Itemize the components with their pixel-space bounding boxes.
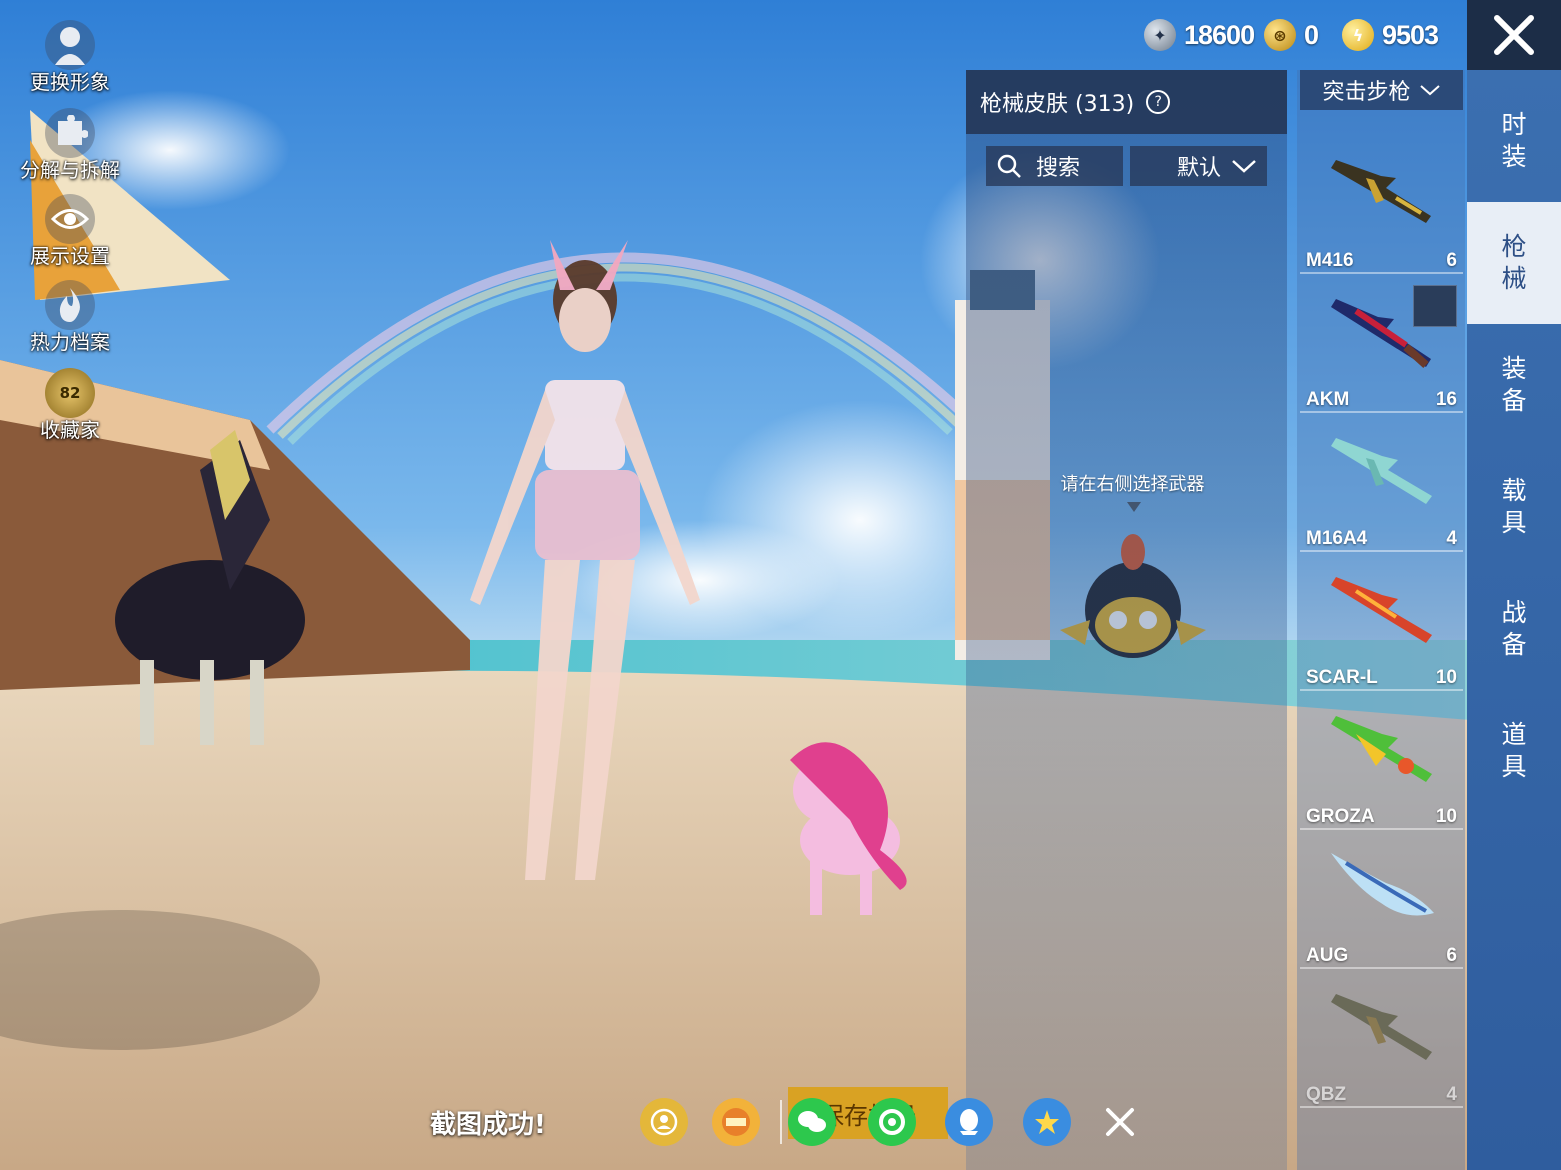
tab-label: 战备 <box>1501 598 1527 659</box>
lightning-coin-icon: ϟ <box>1342 19 1374 51</box>
flame-icon <box>45 280 95 330</box>
tab-label: 载具 <box>1501 476 1527 537</box>
panel-header: 枪械皮肤 (313) ? <box>966 70 1287 134</box>
rifle-icon <box>1331 438 1432 504</box>
share-wechat-button[interactable] <box>788 1098 836 1146</box>
hint-arrow-icon <box>1127 502 1141 512</box>
weapon-item-m416[interactable]: M416 6 <box>1300 138 1463 274</box>
weapon-count: 6 <box>1446 250 1457 271</box>
weapon-name: QBZ <box>1306 1084 1347 1105</box>
weapon-category-dropdown[interactable]: 突击步枪 <box>1300 70 1463 110</box>
change-avatar-label: 更换形象 <box>30 70 110 94</box>
close-icon <box>1494 15 1534 55</box>
search-button[interactable]: 搜索 <box>986 146 1123 186</box>
skin-preview-icon <box>1413 285 1457 327</box>
sort-dropdown[interactable]: 默认 <box>1130 146 1267 186</box>
rifle-icon <box>1331 716 1432 782</box>
tab-equipment[interactable]: 装备 <box>1467 324 1561 446</box>
tab-vehicles[interactable]: 载具 <box>1467 446 1561 568</box>
weapon-count: 16 <box>1435 389 1457 410</box>
weapon-item-aug[interactable]: AUG 6 <box>1300 833 1463 969</box>
category-tab-bar: 时装 枪械 装备 载具 战备 道具 <box>1467 70 1561 1170</box>
chevron-down-icon <box>1232 160 1256 173</box>
search-label: 搜索 <box>1036 156 1081 181</box>
weapon-item-groza[interactable]: GROZA 10 <box>1300 694 1463 830</box>
tab-firearms[interactable]: 枪械 <box>1467 202 1561 324</box>
weapon-skin-panel: 枪械皮肤 (313) ? 搜索 默认 <box>966 70 1287 1170</box>
weapon-count: 4 <box>1446 528 1457 549</box>
decompose-button[interactable]: 分解与拆解 <box>20 108 120 183</box>
friends-icon <box>650 1108 678 1136</box>
collector-label: 收藏家 <box>40 418 100 442</box>
share-moments-button[interactable] <box>868 1098 916 1146</box>
weapon-name: AKM <box>1306 389 1350 410</box>
rifle-icon <box>1331 853 1434 916</box>
tab-label: 时装 <box>1501 110 1527 171</box>
tab-label: 装备 <box>1501 354 1527 415</box>
tab-fashion[interactable]: 时装 <box>1467 80 1561 202</box>
weapon-count: 4 <box>1446 1084 1457 1105</box>
weapon-count: 10 <box>1435 806 1457 827</box>
weapon-count: 6 <box>1446 945 1457 966</box>
eye-icon <box>45 194 95 244</box>
weapon-category-label: 突击步枪 <box>1322 80 1411 105</box>
tab-label: 道具 <box>1501 720 1527 781</box>
close-icon <box>1106 1108 1134 1136</box>
weapon-name: M416 <box>1306 250 1354 271</box>
tab-combat-gear[interactable]: 战备 <box>1467 568 1561 690</box>
bolt-amount: 9503 <box>1382 19 1439 50</box>
close-button[interactable] <box>1467 0 1561 70</box>
moments-icon <box>879 1109 905 1135</box>
screenshot-success-label: 截图成功! <box>430 1110 546 1140</box>
silver-currency: ✦ 18600 <box>1144 14 1255 56</box>
weapon-name: SCAR-L <box>1306 667 1378 688</box>
wechat-icon <box>798 1111 826 1132</box>
share-qzone-button[interactable] <box>1023 1098 1071 1146</box>
weapon-item-m16a4[interactable]: M16A4 4 <box>1300 416 1463 552</box>
heat-profile-label: 热力档案 <box>30 330 110 354</box>
display-settings-button[interactable]: 展示设置 <box>20 194 120 269</box>
search-icon <box>997 154 1021 178</box>
close-share-button[interactable] <box>1096 1098 1144 1146</box>
silver-amount: 18600 <box>1184 19 1255 50</box>
select-weapon-hint: 请在右侧选择武器 <box>1060 474 1205 495</box>
qq-icon <box>960 1109 978 1135</box>
tab-items[interactable]: 道具 <box>1467 690 1561 812</box>
game-logo-icon <box>722 1108 750 1136</box>
help-icon[interactable]: ? <box>1146 90 1171 114</box>
avatar-icon <box>45 20 95 70</box>
weapon-name: GROZA <box>1306 806 1375 827</box>
decompose-label: 分解与拆解 <box>20 158 120 182</box>
silver-coin-icon: ✦ <box>1144 19 1176 51</box>
rifle-icon <box>1331 160 1431 223</box>
panel-title: 枪械皮肤 (313) <box>980 92 1135 117</box>
change-avatar-button[interactable]: 更换形象 <box>20 20 120 95</box>
display-settings-label: 展示设置 <box>30 244 110 268</box>
collector-level: 82 <box>59 384 81 402</box>
weapon-item-akm[interactable]: AKM 16 <box>1300 277 1463 413</box>
tab-label: 枪械 <box>1501 232 1527 293</box>
weapon-item-qbz[interactable]: QBZ 4 <box>1300 972 1463 1108</box>
rifle-icon <box>1331 994 1432 1060</box>
share-game-community-button[interactable] <box>712 1098 760 1146</box>
weapon-name: M16A4 <box>1306 528 1368 549</box>
gold-amount: 0 <box>1304 19 1319 50</box>
gold-coin-icon: ⊛ <box>1264 19 1296 51</box>
weapon-name: AUG <box>1306 945 1349 966</box>
weapon-count: 10 <box>1435 667 1457 688</box>
bolt-currency: ϟ 9503 <box>1342 14 1439 56</box>
qzone-star-icon <box>1035 1110 1059 1134</box>
collector-badge-icon: 82 <box>45 368 95 418</box>
weapon-item-scar-l[interactable]: SCAR-L 10 <box>1300 555 1463 691</box>
gold-currency: ⊛ 0 <box>1264 14 1319 56</box>
rifle-icon <box>1331 577 1432 643</box>
share-divider <box>780 1100 782 1144</box>
heat-profile-button[interactable]: 热力档案 <box>20 280 120 355</box>
sort-label: 默认 <box>1176 156 1221 181</box>
share-qq-button[interactable] <box>945 1098 993 1146</box>
share-friends-button[interactable] <box>640 1098 688 1146</box>
puzzle-icon <box>45 108 95 158</box>
collector-button[interactable]: 82 收藏家 <box>20 368 120 443</box>
chevron-down-icon <box>1419 85 1440 96</box>
